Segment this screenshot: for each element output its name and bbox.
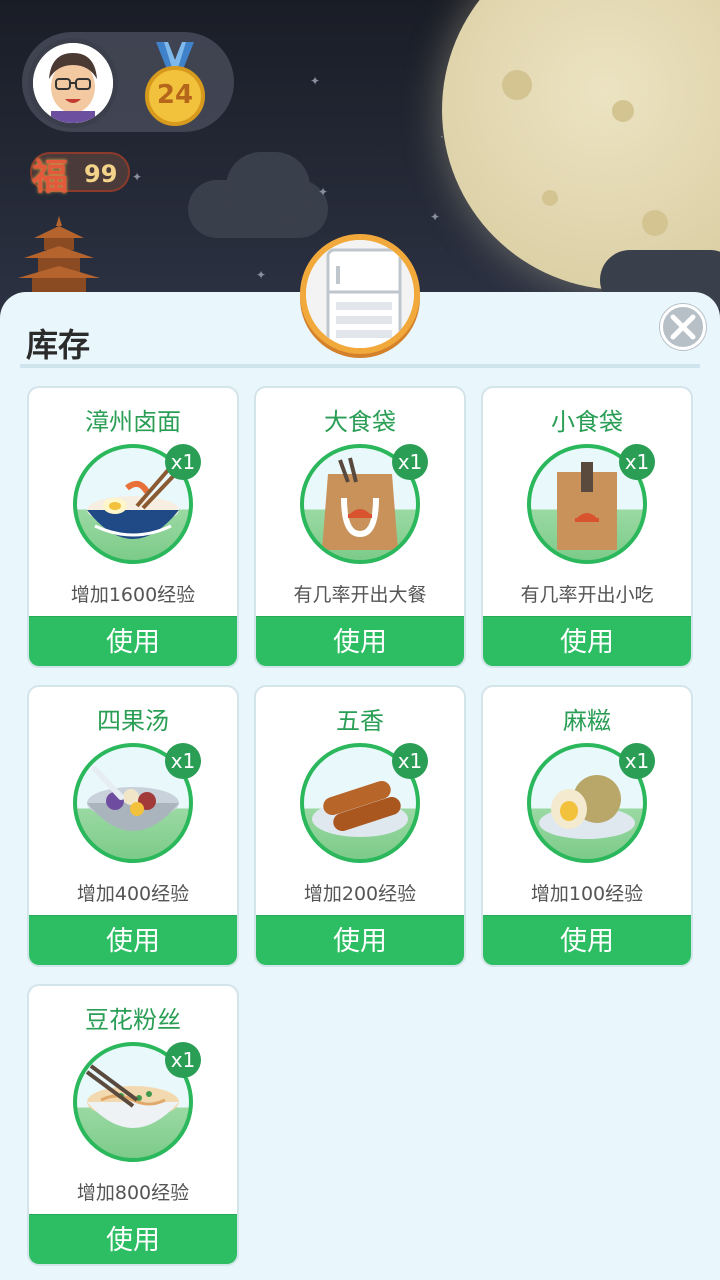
inventory-item: 豆花粉丝 x1 增加800经验 使用 [27,984,239,1266]
inventory-item: 漳州卤面 x1 增加1600经验 使用 [27,386,239,668]
item-name: 豆花粉丝 [85,1006,181,1034]
item-name: 小食袋 [551,408,623,436]
item-description: 增加400经验 [76,883,190,905]
quantity-badge: x1 [392,444,428,480]
close-icon [670,314,696,340]
inventory-item: 四果汤 x1 增加400经验 使用 [27,685,239,967]
use-button[interactable]: 使用 [256,616,464,666]
item-description: 有几率开出小吃 [520,584,654,606]
fortune-char-icon: 福 [32,156,69,198]
level-number: 24 [156,80,194,110]
use-button[interactable]: 使用 [29,616,237,666]
quantity-badge: x1 [165,444,201,480]
inventory-item: 五香 x1 增加200经验 使用 [254,685,466,967]
close-button[interactable] [660,304,706,350]
avatar[interactable] [28,38,118,128]
use-button[interactable]: 使用 [29,915,237,965]
quantity-badge: x1 [165,1042,201,1078]
item-description: 增加1600经验 [70,584,196,606]
item-name: 漳州卤面 [85,408,181,436]
item-name: 麻糍 [563,707,611,735]
inventory-item: 大食袋 x1 有几率开出大餐 使用 [254,386,466,668]
quantity-badge: x1 [619,444,655,480]
item-description: 有几率开出大餐 [293,584,427,606]
item-description: 增加800经验 [76,1182,190,1204]
item-name: 大食袋 [324,408,396,436]
inventory-item: 麻糍 x1 增加100经验 使用 [481,685,693,967]
moon-icon [442,0,720,290]
inventory-item: 小食袋 x1 有几率开出小吃 使用 [481,386,693,668]
pagoda-icon [14,216,104,296]
fridge-icon [300,234,420,354]
item-description: 增加200经验 [303,883,417,905]
quantity-badge: x1 [392,743,428,779]
use-button[interactable]: 使用 [29,1214,237,1264]
use-button[interactable]: 使用 [256,915,464,965]
fortune-count: 99 [84,160,118,188]
use-button[interactable]: 使用 [483,915,691,965]
item-description: 增加100经验 [530,883,644,905]
level-badge: 24 [142,42,208,128]
use-button[interactable]: 使用 [483,616,691,666]
quantity-badge: x1 [165,743,201,779]
quantity-badge: x1 [619,743,655,779]
divider [20,364,700,368]
panel-title: 库存 [26,326,91,364]
item-name: 五香 [336,707,384,735]
item-name: 四果汤 [97,707,169,735]
